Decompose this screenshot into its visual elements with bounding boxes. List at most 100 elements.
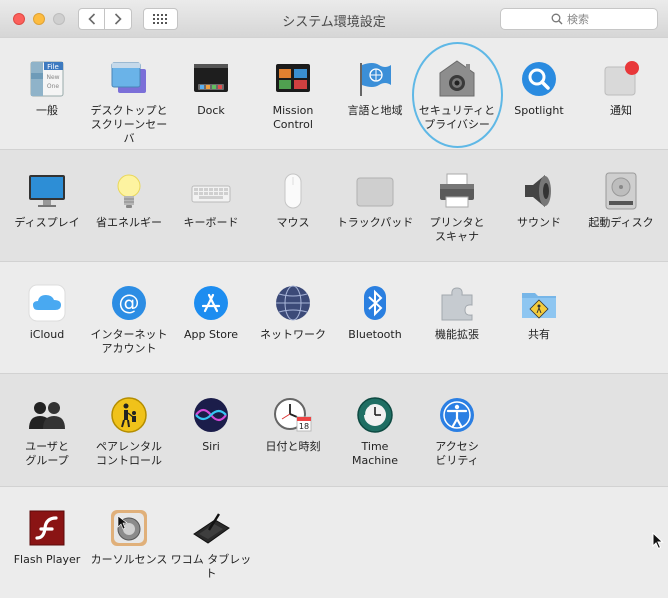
pref-pane-label: 日付と時刻	[265, 440, 321, 453]
search-input[interactable]	[567, 12, 607, 26]
siri-icon	[191, 395, 231, 435]
pref-pane-datetime[interactable]: 18 日付と時刻	[252, 395, 334, 454]
pane-section-5: Flash Player カーソルセンス ワコム タブレット	[0, 486, 668, 598]
pref-pane-label: 起動ディスク	[588, 216, 654, 229]
pref-pane-bluetooth[interactable]: Bluetooth	[334, 283, 416, 342]
pref-pane-dock[interactable]: Dock	[170, 59, 252, 118]
cursor-sense-icon	[109, 508, 149, 548]
pane-section-2: ディスプレイ 省エネルギー キーボード マウス トラックパッド プリンタと スキャナ サウン…	[0, 149, 668, 261]
bluetooth-icon	[355, 283, 395, 323]
pref-pane-label: iCloud	[29, 328, 65, 341]
shared-folder-icon	[519, 283, 559, 323]
pref-pane-parental[interactable]: ペアレンタル コントロール	[88, 395, 170, 468]
pref-pane-wacom[interactable]: ワコム タブレット	[170, 508, 252, 581]
dock-icon	[191, 59, 231, 99]
pref-pane-accessibility[interactable]: アクセシ ビリティ	[416, 395, 498, 468]
pref-pane-label: 通知	[610, 104, 632, 117]
svg-text:New: New	[46, 74, 59, 81]
pref-pane-label: ペアレンタル コントロール	[96, 440, 162, 467]
pref-pane-mouse[interactable]: マウス	[252, 171, 334, 230]
pref-pane-language[interactable]: 言語と地域	[334, 59, 416, 118]
pref-pane-general[interactable]: File New One 一般	[6, 59, 88, 118]
printer-icon	[437, 171, 477, 211]
pref-pane-label: トラックパッド	[336, 216, 414, 229]
svg-text:One: One	[47, 83, 60, 90]
keyboard-icon	[191, 171, 231, 211]
file-icon: File New One	[27, 59, 67, 99]
puzzle-icon	[437, 283, 477, 323]
pref-pane-label: 共有	[528, 328, 550, 341]
pref-pane-label: Mission Control	[272, 104, 314, 131]
desktop-icon	[109, 59, 149, 99]
pref-pane-label: Bluetooth	[348, 328, 402, 341]
app-store-icon	[191, 283, 231, 323]
selection-highlight	[412, 42, 503, 148]
notification-icon	[601, 59, 641, 99]
pref-pane-label: ユーザと グループ	[25, 440, 69, 467]
search-field[interactable]	[500, 8, 658, 30]
pref-pane-notifications[interactable]: 通知	[580, 59, 662, 118]
pref-pane-sound[interactable]: サウンド	[498, 171, 580, 230]
pref-pane-internet[interactable]: @ インターネット アカウント	[88, 283, 170, 356]
pref-pane-label: プリンタと スキャナ	[429, 216, 485, 243]
pref-pane-label: サウンド	[517, 216, 561, 229]
pref-pane-label: Dock	[197, 104, 225, 117]
tablet-icon	[191, 508, 231, 548]
accessibility-icon	[437, 395, 477, 435]
pref-pane-label: Flash Player	[13, 553, 81, 566]
pref-pane-sharing[interactable]: 共有	[498, 283, 580, 342]
pref-pane-label: ネットワーク	[260, 328, 326, 341]
pref-pane-mission[interactable]: Mission Control	[252, 59, 334, 132]
pane-section-3: iCloud @ インターネット アカウント App Store ネットワーク Bluet…	[0, 261, 668, 373]
pref-pane-label: アクセシ ビリティ	[435, 440, 479, 467]
pref-pane-trackpad[interactable]: トラックパッド	[334, 171, 416, 230]
trackpad-icon	[355, 171, 395, 211]
pref-pane-displays[interactable]: ディスプレイ	[6, 171, 88, 230]
clock-calendar-icon: 18	[273, 395, 313, 435]
pref-pane-users[interactable]: ユーザと グループ	[6, 395, 88, 468]
pref-pane-icloud[interactable]: iCloud	[6, 283, 88, 342]
pref-pane-keyboard[interactable]: キーボード	[170, 171, 252, 230]
pref-pane-cursorsense[interactable]: カーソルセンス	[88, 508, 170, 567]
pref-pane-network[interactable]: ネットワーク	[252, 283, 334, 342]
pref-pane-label: 機能拡張	[435, 328, 479, 341]
pref-pane-flash[interactable]: Flash Player	[6, 508, 88, 567]
mission-control-icon	[273, 59, 313, 99]
pref-pane-timemachine[interactable]: Time Machine	[334, 395, 416, 468]
hard-drive-icon	[601, 171, 641, 211]
pref-pane-label: インターネット アカウント	[90, 328, 168, 355]
parental-icon	[109, 395, 149, 435]
time-machine-icon	[355, 395, 395, 435]
pref-pane-label: ディスプレイ	[14, 216, 80, 229]
pref-pane-appstore[interactable]: App Store	[170, 283, 252, 342]
svg-text:File: File	[47, 63, 59, 71]
pref-pane-label: マウス	[276, 216, 310, 229]
pref-pane-energy[interactable]: 省エネルギー	[88, 171, 170, 230]
cloud-icon	[27, 283, 67, 323]
flash-icon	[27, 508, 67, 548]
svg-text:18: 18	[299, 422, 309, 431]
pref-pane-spotlight[interactable]: Spotlight	[498, 59, 580, 118]
un-flag-icon	[355, 59, 395, 99]
pane-section-4: ユーザと グループ ペアレンタル コントロール Siri 18 日付と時刻 Time Ma…	[0, 373, 668, 486]
at-sign-icon: @	[109, 283, 149, 323]
pref-pane-siri[interactable]: Siri	[170, 395, 252, 454]
pref-pane-extensions[interactable]: 機能拡張	[416, 283, 498, 342]
pref-pane-startup[interactable]: 起動ディスク	[580, 171, 662, 230]
mouse-pointer-icon	[652, 532, 664, 550]
search-icon	[551, 13, 563, 25]
pane-section-1: File New One 一般 デスクトップと スクリーンセーバ Dock Mission …	[0, 37, 668, 149]
globe-icon	[273, 283, 313, 323]
pref-pane-label: 省エネルギー	[96, 216, 162, 229]
title-bar: システム環境設定	[0, 0, 668, 38]
users-icon	[27, 395, 67, 435]
pref-pane-printers[interactable]: プリンタと スキャナ	[416, 171, 498, 244]
pref-pane-desktop[interactable]: デスクトップと スクリーンセーバ	[88, 59, 170, 146]
system-preferences-window: システム環境設定 File New One 一般 デスクトップと スクリーンセーバ Doc…	[0, 0, 668, 598]
pref-pane-label: カーソルセンス	[90, 553, 168, 566]
pref-pane-label: Spotlight	[514, 104, 564, 117]
svg-text:@: @	[119, 291, 140, 315]
lightbulb-icon	[109, 171, 149, 211]
pref-pane-label: 一般	[36, 104, 58, 117]
pref-pane-label: Time Machine	[351, 440, 399, 467]
